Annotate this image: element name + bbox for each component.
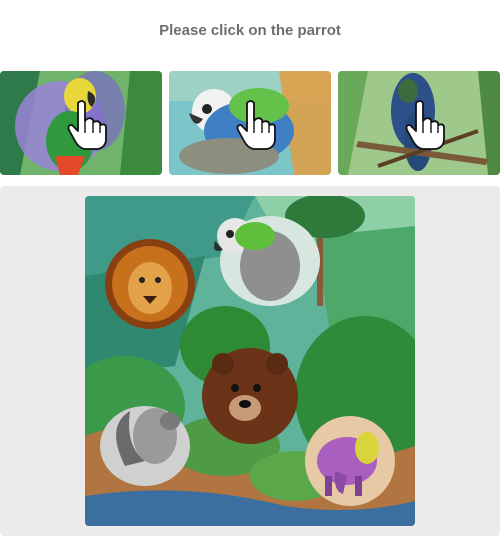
example-image-parrot-2: [169, 71, 331, 175]
hand-pointer-icon: [67, 100, 107, 150]
parrot-hotspot[interactable]: [200, 211, 310, 311]
bear-hotspot[interactable]: [202, 348, 298, 444]
challenge-image[interactable]: [85, 196, 415, 526]
example-image-parrot-3: [338, 71, 500, 175]
prompt-text: Please click on the parrot: [159, 22, 341, 39]
lion-hotspot[interactable]: [105, 239, 195, 329]
hand-pointer-icon: [405, 100, 445, 150]
example-image-parrot-1: [0, 71, 162, 175]
hand-pointer-icon: [236, 100, 276, 150]
elephant-hotspot[interactable]: [305, 416, 395, 506]
squirrel-hotspot[interactable]: [100, 401, 190, 486]
